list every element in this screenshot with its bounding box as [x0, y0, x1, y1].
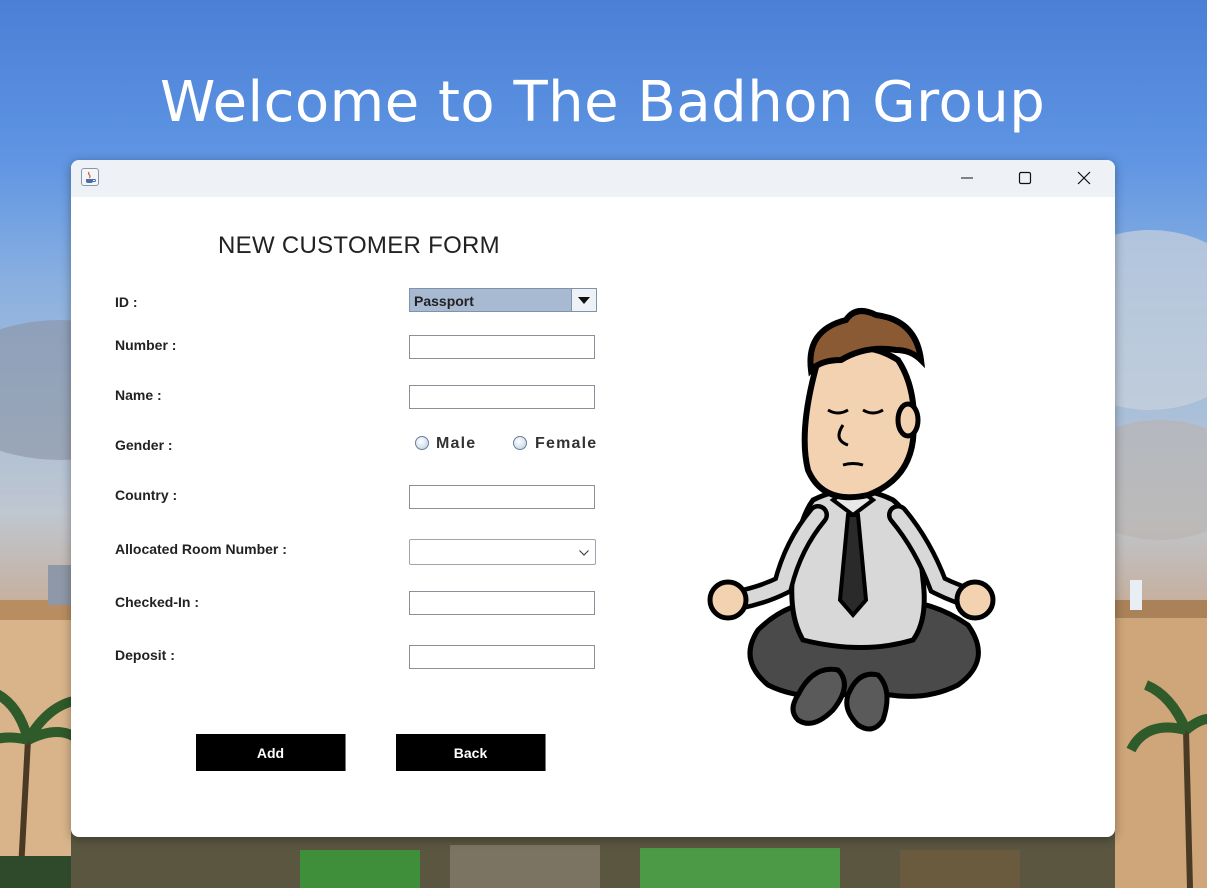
form-title: NEW CUSTOMER FORM	[218, 232, 500, 259]
id-dropdown-button[interactable]	[571, 289, 596, 311]
id-selected-value: Passport	[414, 293, 474, 309]
close-button[interactable]	[1056, 160, 1114, 197]
gender-label: Gender :	[115, 437, 173, 453]
minimize-icon	[961, 177, 973, 179]
chevron-down-icon	[579, 550, 589, 556]
meditating-man-illustration	[707, 308, 996, 732]
minimize-button[interactable]	[939, 160, 997, 197]
country-field[interactable]	[409, 485, 595, 509]
checked-in-field[interactable]	[409, 591, 595, 615]
triangle-down-icon	[578, 297, 590, 304]
id-label: ID :	[115, 294, 138, 310]
deposit-label: Deposit :	[115, 647, 175, 663]
close-icon	[1077, 171, 1091, 185]
maximize-icon	[1018, 171, 1032, 185]
maximize-button[interactable]	[997, 160, 1055, 197]
female-radio[interactable]	[513, 436, 527, 450]
country-label: Country :	[115, 487, 178, 503]
female-radio-label[interactable]: Female	[535, 435, 597, 453]
back-button[interactable]: Back	[396, 734, 546, 771]
name-field[interactable]	[409, 385, 595, 409]
welcome-heading: Welcome to The Badhon Group	[160, 70, 1046, 135]
checked-in-label: Checked-In :	[115, 594, 200, 610]
deposit-field[interactable]	[409, 645, 595, 669]
room-number-select[interactable]	[409, 539, 596, 565]
customer-form-window: NEW CUSTOMER FORM ID : Passport Number :…	[71, 160, 1115, 837]
male-radio[interactable]	[415, 436, 429, 450]
room-number-label: Allocated Room Number :	[115, 541, 287, 557]
id-type-select[interactable]: Passport	[409, 288, 597, 312]
title-bar[interactable]	[71, 160, 1115, 197]
java-app-icon	[81, 168, 99, 186]
male-radio-label[interactable]: Male	[436, 435, 476, 453]
number-field[interactable]	[409, 335, 595, 359]
add-button[interactable]: Add	[196, 734, 346, 771]
name-label: Name :	[115, 387, 162, 403]
number-label: Number :	[115, 337, 177, 353]
